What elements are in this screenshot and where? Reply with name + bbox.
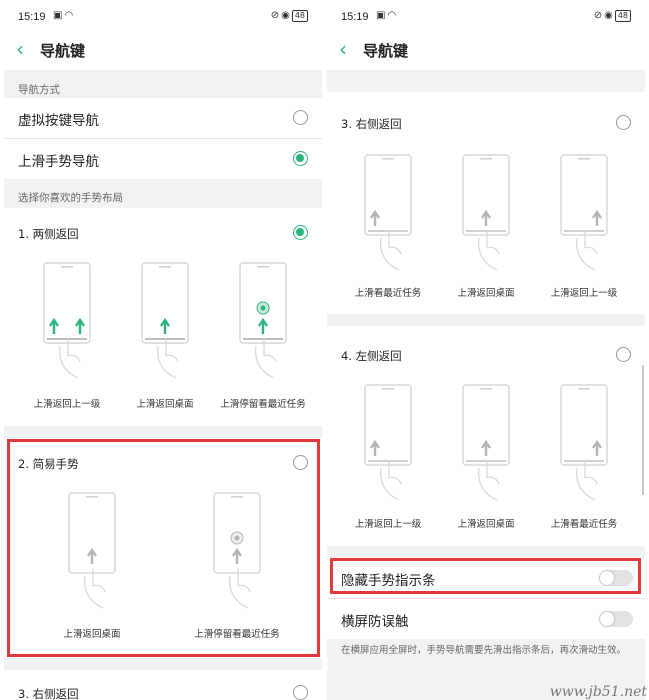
toggle-hide-gesture-bar[interactable] xyxy=(599,570,633,586)
right-screenshot-panel: 15:19 ▣◠ ⊘◉ 48 ‹ 导航键 3. 右侧返回 上滑看最近任务 上滑返… xyxy=(327,0,645,700)
gesture-caption: 上滑看最近任务 xyxy=(550,519,618,530)
section-label-layout: 选择你喜欢的手势布局 xyxy=(18,192,123,204)
nav-option-label: 上滑手势导航 xyxy=(18,154,99,170)
gesture-caption: 上滑返回桌面 xyxy=(457,519,515,530)
gesture-illustration-recents xyxy=(239,262,287,379)
watermark: www.jb51.net xyxy=(549,684,647,700)
wifi-icon: ◠ xyxy=(387,10,399,21)
layout-title: 4. 左侧返回 xyxy=(341,349,402,363)
gesture-caption: 上滑返回上一级 xyxy=(354,519,422,530)
layout-card-simple-gesture[interactable]: 2. 简易手势 上滑返回桌面 上滑停留看最近任务 xyxy=(4,438,322,658)
setting-note: 在横屏应用全屏时，手势导航需要先滑出指示条后，再次滑动生效。 xyxy=(341,645,627,656)
status-bar: 15:19 ▣◠ ⊘◉ 48 xyxy=(327,0,645,34)
layout-title: 2. 简易手势 xyxy=(18,457,79,471)
notification-icon: ▣ xyxy=(53,10,65,21)
gesture-caption: 上滑看最近任务 xyxy=(354,288,422,299)
setting-label: 隐藏手势指示条 xyxy=(341,573,436,589)
radio-swipe-gesture[interactable] xyxy=(293,151,308,166)
gesture-illustration-recents xyxy=(560,384,608,501)
gesture-illustration-home xyxy=(462,154,510,271)
radio-layout-simple[interactable] xyxy=(293,455,308,470)
gesture-illustration-home xyxy=(68,492,116,609)
back-arrow-icon[interactable]: ‹ xyxy=(16,37,24,61)
alarm-icon: ◉ xyxy=(604,10,615,21)
gesture-illustration-back xyxy=(364,384,412,501)
gesture-illustration-back xyxy=(560,154,608,271)
page-header: ‹ 导航键 xyxy=(327,34,645,70)
section-label-nav-mode: 导航方式 xyxy=(18,84,60,96)
battery-icon: 48 xyxy=(614,10,631,22)
nav-option-virtual-keys[interactable]: 虚拟按键导航 xyxy=(4,98,322,138)
wifi-icon: ◠ xyxy=(64,10,76,21)
status-time: 15:19 xyxy=(341,11,369,23)
notification-icon: ▣ xyxy=(376,10,388,21)
vibrate-icon: ⊘ xyxy=(270,10,282,21)
layout-card-right-back[interactable]: 3. 右侧返回 xyxy=(4,670,322,700)
layout-card-left-back[interactable]: 4. 左侧返回 上滑返回上一级 上滑返回桌面 上滑看最近任务 xyxy=(327,326,645,546)
layout-title: 3. 右侧返回 xyxy=(18,687,79,700)
gesture-illustration-recents xyxy=(213,492,261,609)
layout-card-both-sides-back[interactable]: 1. 两侧返回 上滑返回上一级 上滑返回桌面 上滑停留看最近任务 xyxy=(4,208,322,426)
radio-virtual-keys[interactable] xyxy=(293,110,308,125)
page-title: 导航键 xyxy=(40,42,86,60)
layout-card-right-back[interactable]: 3. 右侧返回 上滑看最近任务 上滑返回桌面 上滑返回上一级 xyxy=(327,92,645,314)
battery-icon: 48 xyxy=(291,10,308,22)
page-header: ‹ 导航键 xyxy=(4,34,322,70)
status-time: 15:19 xyxy=(18,11,46,23)
status-bar: 15:19 ▣◠ ⊘◉ 48 xyxy=(4,0,322,34)
gesture-illustration-recents xyxy=(364,154,412,271)
gesture-caption: 上滑返回上一级 xyxy=(33,399,101,410)
radio-layout-left[interactable] xyxy=(616,347,631,362)
gesture-caption: 上滑返回上一级 xyxy=(550,288,618,299)
gesture-caption: 上滑返回桌面 xyxy=(136,399,194,410)
layout-title: 3. 右侧返回 xyxy=(341,117,402,131)
radio-layout-right[interactable] xyxy=(616,115,631,130)
nav-option-swipe-gesture[interactable]: 上滑手势导航 xyxy=(4,139,322,179)
gesture-illustration-home xyxy=(462,384,510,501)
gesture-illustration-home xyxy=(141,262,189,379)
setting-hide-gesture-bar[interactable]: 隐藏手势指示条 xyxy=(327,558,645,598)
page-title: 导航键 xyxy=(363,42,409,60)
gesture-caption: 上滑返回桌面 xyxy=(457,288,515,299)
layout-title: 1. 两侧返回 xyxy=(18,227,79,241)
gesture-illustration-back xyxy=(43,262,91,379)
back-arrow-icon[interactable]: ‹ xyxy=(339,37,347,61)
alarm-icon: ◉ xyxy=(281,10,292,21)
setting-landscape-anti-mistouch[interactable]: 横屏防误触 xyxy=(327,599,645,639)
scrollbar[interactable] xyxy=(642,365,644,495)
setting-label: 横屏防误触 xyxy=(341,614,409,630)
toggle-landscape-anti-mistouch[interactable] xyxy=(599,611,633,627)
vibrate-icon: ⊘ xyxy=(593,10,605,21)
radio-layout-both-sides[interactable] xyxy=(293,225,308,240)
gesture-caption: 上滑停留看最近任务 xyxy=(194,629,280,640)
radio-layout-right[interactable] xyxy=(293,685,308,700)
nav-option-label: 虚拟按键导航 xyxy=(18,113,99,129)
left-screenshot-panel: 15:19 ▣◠ ⊘◉ 48 ‹ 导航键 导航方式 虚拟按键导航 上滑手势导航 选… xyxy=(4,0,322,700)
gesture-caption: 上滑返回桌面 xyxy=(63,629,121,640)
gesture-caption: 上滑停留看最近任务 xyxy=(220,399,306,410)
